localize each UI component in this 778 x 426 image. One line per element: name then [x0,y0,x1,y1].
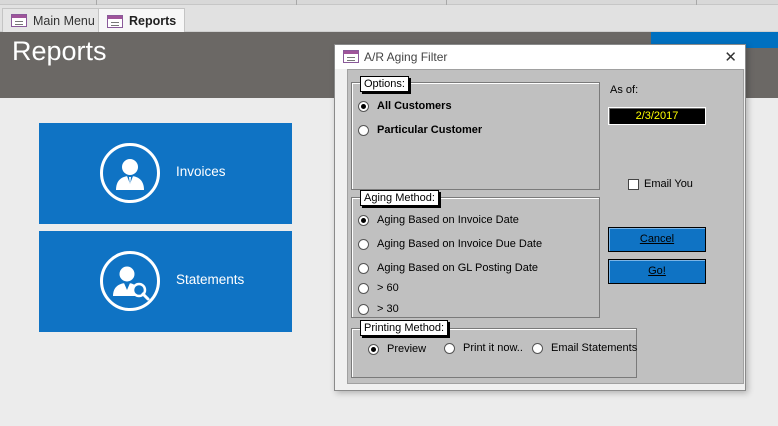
radio-label: Print it now.. [463,342,523,354]
radio-dot [358,214,369,226]
go-button[interactable]: Go! [608,259,706,284]
radio-dot [358,124,369,136]
statements-label: Statements [176,272,245,287]
radio-dot [532,342,543,354]
radio-label: > 60 [377,282,399,294]
ribbon-divider [696,0,697,5]
radio-greater-60[interactable]: > 60 [358,282,399,294]
form-icon [107,14,123,28]
radio-greater-30[interactable]: > 30 [358,303,399,315]
ribbon-divider [296,0,297,5]
ribbon-divider [446,0,447,5]
radio-aging-invoice-date[interactable]: Aging Based on Invoice Date [358,214,519,226]
document-tab-strip: Main Menu Reports [0,0,778,33]
button-label: Go! [648,265,666,277]
radio-label: Aging Based on Invoice Date [377,214,519,226]
radio-dot [358,262,369,274]
radio-dot [444,342,455,354]
tab-label: Reports [129,14,177,28]
radio-all-customers[interactable]: All Customers [358,100,452,112]
options-label: Options: [360,76,409,92]
radio-email-statements[interactable]: Email Statements [532,342,637,354]
checkbox-box [628,178,639,190]
radio-preview[interactable]: Preview [368,343,426,355]
radio-dot [368,343,379,355]
form-icon [343,50,359,63]
as-of-date-field[interactable]: 2/3/2017 [608,107,706,125]
cancel-button[interactable]: Cancel [608,227,706,252]
radio-aging-gl-posting-date[interactable]: Aging Based on GL Posting Date [358,262,538,274]
invoices-button[interactable]: Invoices [39,123,292,224]
radio-dot [358,282,369,294]
printing-method-label: Printing Method: [360,320,449,336]
radio-label: Aging Based on Invoice Due Date [377,238,543,250]
radio-label: Aging Based on GL Posting Date [377,262,539,274]
radio-label: Preview [387,343,427,355]
radio-dot [358,238,369,250]
tab-label: Main Menu [33,13,95,28]
radio-particular-customer[interactable]: Particular Customer [358,124,482,136]
radio-label: Particular Customer [377,124,483,136]
radio-aging-invoice-due-date[interactable]: Aging Based on Invoice Due Date [358,238,542,250]
radio-label: Email Statements [551,342,638,354]
user-search-icon [100,251,160,311]
aging-method-label: Aging Method: [360,190,439,206]
button-label: Cancel [639,233,675,245]
options-frame [351,82,600,190]
radio-dot [358,303,369,315]
tab-reports[interactable]: Reports [98,8,186,33]
user-icon [100,143,160,203]
form-icon [11,14,27,27]
dialog-titlebar[interactable]: A/R Aging Filter ✕ [335,45,745,69]
radio-print-now[interactable]: Print it now.. [444,342,523,354]
as-of-label: As of: [610,84,639,96]
radio-label: > 30 [377,303,399,315]
dialog-title: A/R Aging Filter [364,50,448,64]
invoices-label: Invoices [176,164,226,179]
dialog-body: Options: All Customers Particular Custom… [347,69,744,384]
close-icon[interactable]: ✕ [724,48,737,66]
tab-main-menu[interactable]: Main Menu [2,8,104,32]
radio-label: All Customers [377,100,452,112]
ribbon-divider [96,0,97,5]
radio-dot [358,100,369,112]
email-you-checkbox[interactable]: Email You [628,178,693,190]
ar-aging-filter-dialog: A/R Aging Filter ✕ Options: All Customer… [334,44,746,391]
page-title: Reports [12,36,107,66]
statements-button[interactable]: Statements [39,231,292,332]
checkbox-label: Email You [644,178,693,190]
ribbon-edge [0,0,778,5]
